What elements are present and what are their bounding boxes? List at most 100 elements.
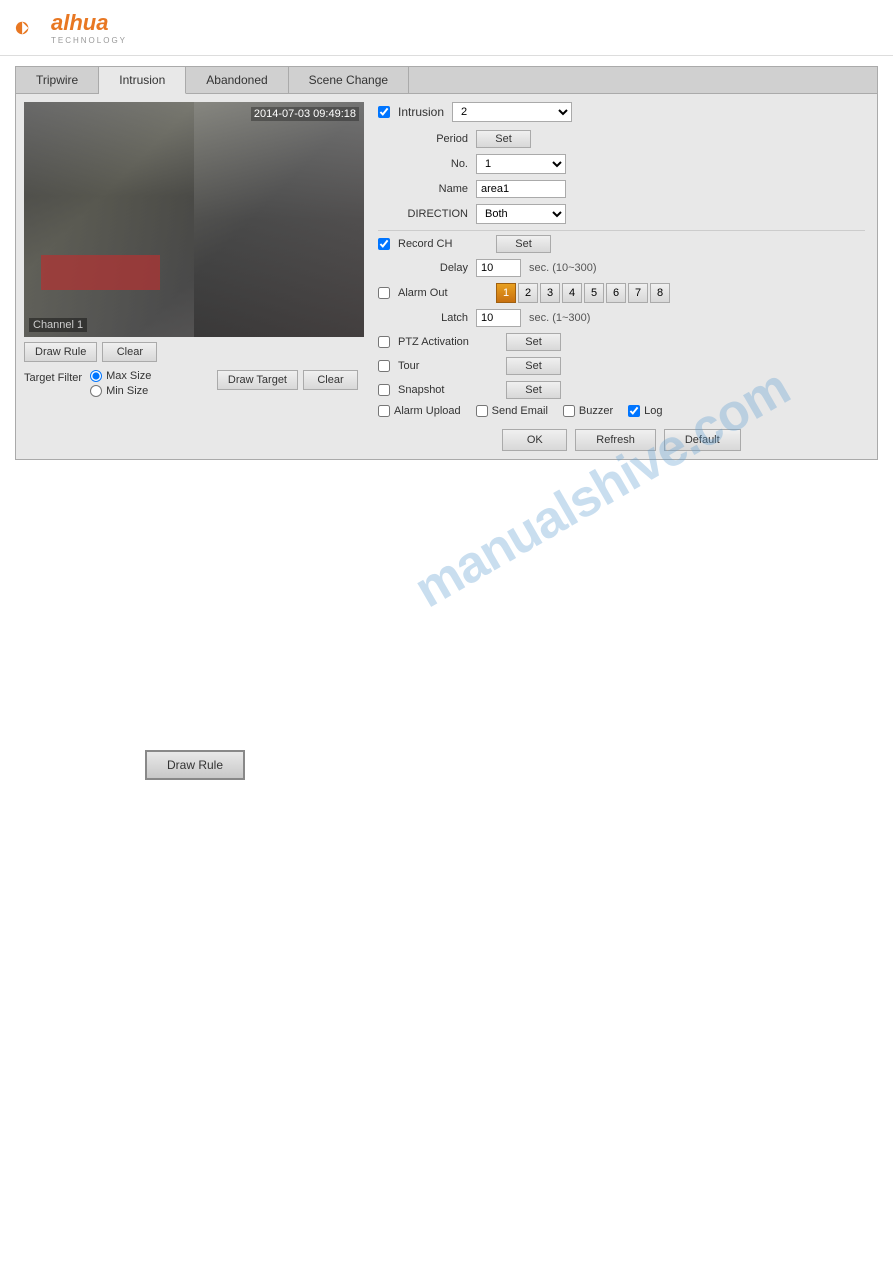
delay-label: Delay bbox=[378, 262, 468, 274]
tab-bar: Tripwire Intrusion Abandoned Scene Chang… bbox=[16, 67, 877, 94]
no-select[interactable]: 1 2 3 bbox=[476, 154, 566, 174]
log-checkbox[interactable] bbox=[628, 405, 640, 417]
refresh-button[interactable]: Refresh bbox=[575, 429, 656, 451]
snapshot-label: Snapshot bbox=[398, 384, 498, 396]
latch-input[interactable] bbox=[476, 309, 521, 327]
no-label: No. bbox=[378, 158, 468, 170]
tour-label: Tour bbox=[398, 360, 498, 372]
video-left-overlay bbox=[24, 102, 194, 337]
delay-row: Delay sec. (10~300) bbox=[378, 259, 865, 277]
draw-rule-button[interactable]: Draw Rule bbox=[24, 342, 97, 362]
snapshot-set-button[interactable]: Set bbox=[506, 381, 561, 399]
delay-input[interactable] bbox=[476, 259, 521, 277]
tab-intrusion[interactable]: Intrusion bbox=[99, 67, 186, 94]
buzzer-item: Buzzer bbox=[563, 405, 613, 417]
name-row: Name bbox=[378, 180, 865, 198]
alarm-out-checkbox[interactable] bbox=[378, 287, 390, 299]
target-buttons: Draw Target Clear bbox=[217, 370, 358, 390]
period-set-button[interactable]: Set bbox=[476, 130, 531, 148]
target-filter-label: Target Filter bbox=[24, 370, 82, 384]
direction-row: DIRECTION Both In Out bbox=[378, 204, 865, 224]
logo: alhua TECHNOLOGY bbox=[15, 10, 878, 45]
logo-text: alhua bbox=[51, 10, 108, 35]
alarm-btn-2[interactable]: 2 bbox=[518, 283, 538, 303]
latch-row: Latch sec. (1~300) bbox=[378, 309, 865, 327]
log-item: Log bbox=[628, 405, 662, 417]
buzzer-label: Buzzer bbox=[579, 405, 613, 417]
tab-abandoned[interactable]: Abandoned bbox=[186, 67, 288, 93]
alarm-btn-7[interactable]: 7 bbox=[628, 283, 648, 303]
intrusion-checkbox[interactable] bbox=[378, 106, 390, 118]
direction-label: DIRECTION bbox=[378, 208, 468, 220]
ok-button[interactable]: OK bbox=[502, 429, 567, 451]
record-ch-label: Record CH bbox=[398, 238, 488, 250]
alarm-btn-4[interactable]: 4 bbox=[562, 283, 582, 303]
alarm-btn-3[interactable]: 3 bbox=[540, 283, 560, 303]
alarm-out-buttons: 1 2 3 4 5 6 7 8 bbox=[496, 283, 670, 303]
alarm-upload-checkbox[interactable] bbox=[378, 405, 390, 417]
alarm-btn-1[interactable]: 1 bbox=[496, 283, 516, 303]
video-feed: 2014-07-03 09:49:18 Channel 1 bbox=[24, 102, 364, 337]
max-size-label: Max Size bbox=[106, 370, 151, 382]
ptz-label: PTZ Activation bbox=[398, 336, 498, 348]
alarm-btn-6[interactable]: 6 bbox=[606, 283, 626, 303]
ptz-row: PTZ Activation Set bbox=[378, 333, 865, 351]
record-ch-row: Record CH Set bbox=[378, 235, 865, 253]
min-size-option: Min Size bbox=[90, 385, 151, 397]
draw-rule-large-section: Draw Rule bbox=[145, 750, 245, 780]
send-email-checkbox[interactable] bbox=[476, 405, 488, 417]
record-ch-checkbox[interactable] bbox=[378, 238, 390, 250]
period-row: Period Set bbox=[378, 130, 865, 148]
period-label: Period bbox=[378, 133, 468, 145]
draw-rule-large-button[interactable]: Draw Rule bbox=[145, 750, 245, 780]
video-panel: 2014-07-03 09:49:18 Channel 1 Draw Rule … bbox=[16, 94, 366, 459]
buzzer-checkbox[interactable] bbox=[563, 405, 575, 417]
delay-hint: sec. (10~300) bbox=[529, 262, 597, 274]
alarm-btn-5[interactable]: 5 bbox=[584, 283, 604, 303]
send-email-label: Send Email bbox=[492, 405, 548, 417]
video-controls: Draw Rule Clear bbox=[24, 342, 358, 362]
max-size-radio[interactable] bbox=[90, 370, 102, 382]
alarm-out-row: Alarm Out 1 2 3 4 5 6 7 8 bbox=[378, 283, 865, 303]
tour-checkbox[interactable] bbox=[378, 360, 390, 372]
alarm-upload-label: Alarm Upload bbox=[394, 405, 461, 417]
name-label: Name bbox=[378, 183, 468, 195]
video-right-overlay bbox=[194, 102, 364, 337]
log-label: Log bbox=[644, 405, 662, 417]
alarm-out-label: Alarm Out bbox=[398, 287, 488, 299]
video-background bbox=[24, 102, 364, 337]
alarm-upload-item: Alarm Upload bbox=[378, 405, 461, 417]
clear-button[interactable]: Clear bbox=[102, 342, 157, 362]
tour-row: Tour Set bbox=[378, 357, 865, 375]
video-channel: Channel 1 bbox=[29, 318, 87, 332]
tour-set-button[interactable]: Set bbox=[506, 357, 561, 375]
logo-icon bbox=[15, 12, 47, 44]
intrusion-select[interactable]: 2 1 3 4 bbox=[452, 102, 572, 122]
latch-label: Latch bbox=[378, 312, 468, 324]
bottom-buttons: OK Refresh Default bbox=[378, 429, 865, 451]
alarm-btn-8[interactable]: 8 bbox=[650, 283, 670, 303]
name-input[interactable] bbox=[476, 180, 566, 198]
tab-tripwire[interactable]: Tripwire bbox=[16, 67, 99, 93]
target-filter-section: Target Filter Max Size Min Size Draw Tar… bbox=[24, 370, 358, 397]
intrusion-label: Intrusion bbox=[398, 105, 444, 119]
record-ch-set-button[interactable]: Set bbox=[496, 235, 551, 253]
no-row: No. 1 2 3 bbox=[378, 154, 865, 174]
settings-panel: Intrusion 2 1 3 4 Period Set No. bbox=[366, 94, 877, 459]
draw-target-button[interactable]: Draw Target bbox=[217, 370, 298, 390]
clear-target-button[interactable]: Clear bbox=[303, 370, 358, 390]
ptz-checkbox[interactable] bbox=[378, 336, 390, 348]
ptz-set-button[interactable]: Set bbox=[506, 333, 561, 351]
main-container: Tripwire Intrusion Abandoned Scene Chang… bbox=[15, 66, 878, 460]
tab-scene-change[interactable]: Scene Change bbox=[289, 67, 409, 93]
direction-select[interactable]: Both In Out bbox=[476, 204, 566, 224]
video-timestamp: 2014-07-03 09:49:18 bbox=[251, 107, 359, 121]
alarm-upload-row: Alarm Upload Send Email Buzzer Log bbox=[378, 405, 865, 417]
min-size-label: Min Size bbox=[106, 385, 148, 397]
content-area: 2014-07-03 09:49:18 Channel 1 Draw Rule … bbox=[16, 94, 877, 459]
min-size-radio[interactable] bbox=[90, 385, 102, 397]
snapshot-checkbox[interactable] bbox=[378, 384, 390, 396]
default-button[interactable]: Default bbox=[664, 429, 741, 451]
intrusion-header: Intrusion 2 1 3 4 bbox=[378, 102, 865, 122]
latch-hint: sec. (1~300) bbox=[529, 312, 590, 324]
